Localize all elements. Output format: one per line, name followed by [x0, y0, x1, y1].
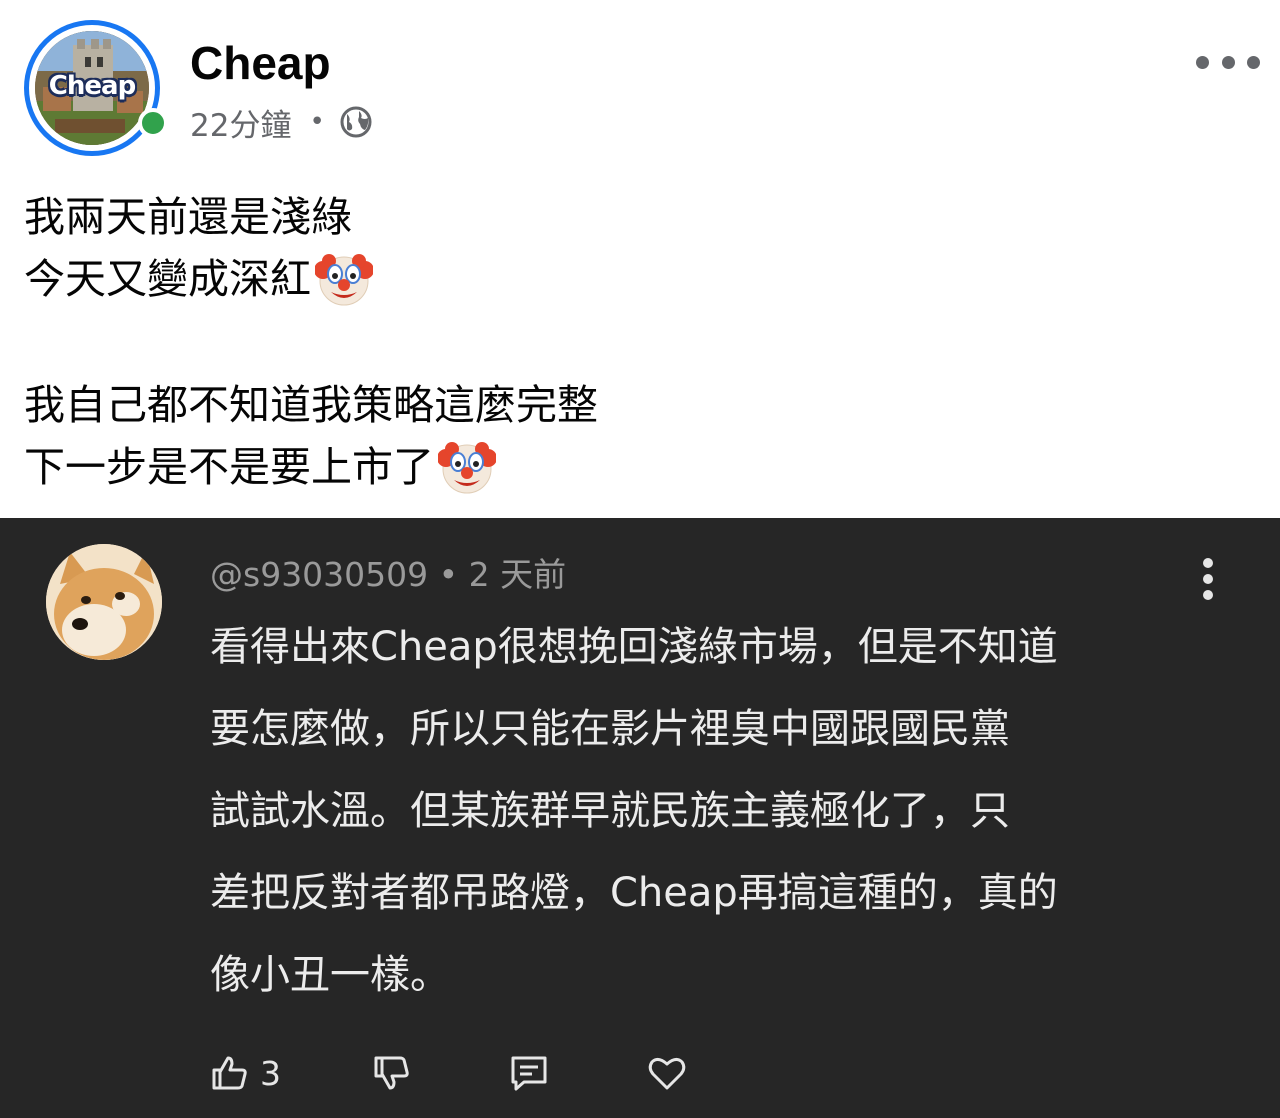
comment-line: 看得出來Cheap很想挽回淺綠市場，但是不知道	[210, 624, 1058, 670]
page-name[interactable]: Cheap	[190, 36, 331, 90]
post-text: 我兩天前還是淺綠 今天又變成深紅 我自己都不知道我策略這麼完整 下一步是不是要上…	[24, 186, 1254, 498]
like-button[interactable]: 3	[208, 1048, 298, 1098]
comment-username[interactable]: @s93030509	[210, 555, 428, 594]
clown-face-emoji	[438, 442, 496, 494]
comment-line: 差把反對者都吊路燈，Cheap再搞這種的，真的	[210, 870, 1058, 916]
comment-line: 要怎麼做，所以只能在影片裡臭中國跟國民黨	[210, 706, 1010, 752]
commenter-avatar[interactable]	[46, 544, 162, 660]
comment-line: 試試水溫。但某族群早就民族主義極化了，只	[210, 788, 1010, 834]
comment-text: 看得出來Cheap很想挽回淺綠市場，但是不知道 要怎麼做，所以只能在影片裡臭中國…	[210, 606, 1220, 1016]
post-more-options-icon[interactable]	[1196, 44, 1260, 80]
clown-face-emoji	[315, 254, 373, 306]
post-line-text: 我自己都不知道我策略這麼完整	[24, 381, 598, 429]
post-line-text: 我兩天前還是淺綠	[24, 193, 352, 241]
dot	[1247, 55, 1260, 69]
comment-more-options-icon[interactable]	[1200, 558, 1216, 600]
dot	[1203, 558, 1213, 568]
page-avatar[interactable]: Cheap	[24, 20, 168, 164]
globe-icon[interactable]	[339, 105, 373, 139]
post-line: 我兩天前還是淺綠	[24, 186, 1254, 248]
comment-timestamp: 2 天前	[468, 555, 567, 594]
avatar-logo-text: Cheap	[48, 71, 136, 101]
dislike-button[interactable]	[370, 1048, 412, 1098]
reply-button[interactable]	[508, 1048, 550, 1098]
thumbs-up-icon	[212, 1056, 247, 1090]
meta-separator: •	[438, 555, 459, 594]
post-line: 我自己都不知道我策略這麼完整	[24, 374, 1254, 436]
dot	[1203, 574, 1213, 584]
heart-button[interactable]	[646, 1048, 688, 1098]
comment-meta: @s93030509 • 2 天前	[210, 548, 566, 596]
dot	[1221, 55, 1235, 69]
heart-icon	[648, 1057, 686, 1090]
post-line-text: 今天又變成深紅	[24, 255, 311, 303]
reply-comment-icon	[511, 1056, 547, 1091]
comment-line: 像小丑一樣。	[210, 952, 450, 998]
avatar-image: Cheap	[35, 31, 149, 145]
dot	[1203, 590, 1213, 600]
meta-separator: •	[309, 107, 325, 137]
post-line-text: 下一步是不是要上市了	[24, 443, 434, 491]
post-line: 今天又變成深紅	[24, 248, 1254, 310]
dot	[1196, 55, 1209, 69]
post-timestamp[interactable]: 22分鐘	[190, 100, 291, 145]
thumbs-down-icon	[374, 1056, 409, 1090]
comment-actions: 3	[208, 1048, 688, 1098]
comment-screenshot: @s93030509 • 2 天前 看得出來Cheap很想挽回淺綠市場，但是不知…	[0, 518, 1280, 1118]
post-meta: 22分鐘 •	[190, 100, 373, 144]
post-line: 下一步是不是要上市了	[24, 436, 1254, 498]
online-status-dot	[138, 108, 168, 138]
like-count: 3	[260, 1053, 281, 1093]
